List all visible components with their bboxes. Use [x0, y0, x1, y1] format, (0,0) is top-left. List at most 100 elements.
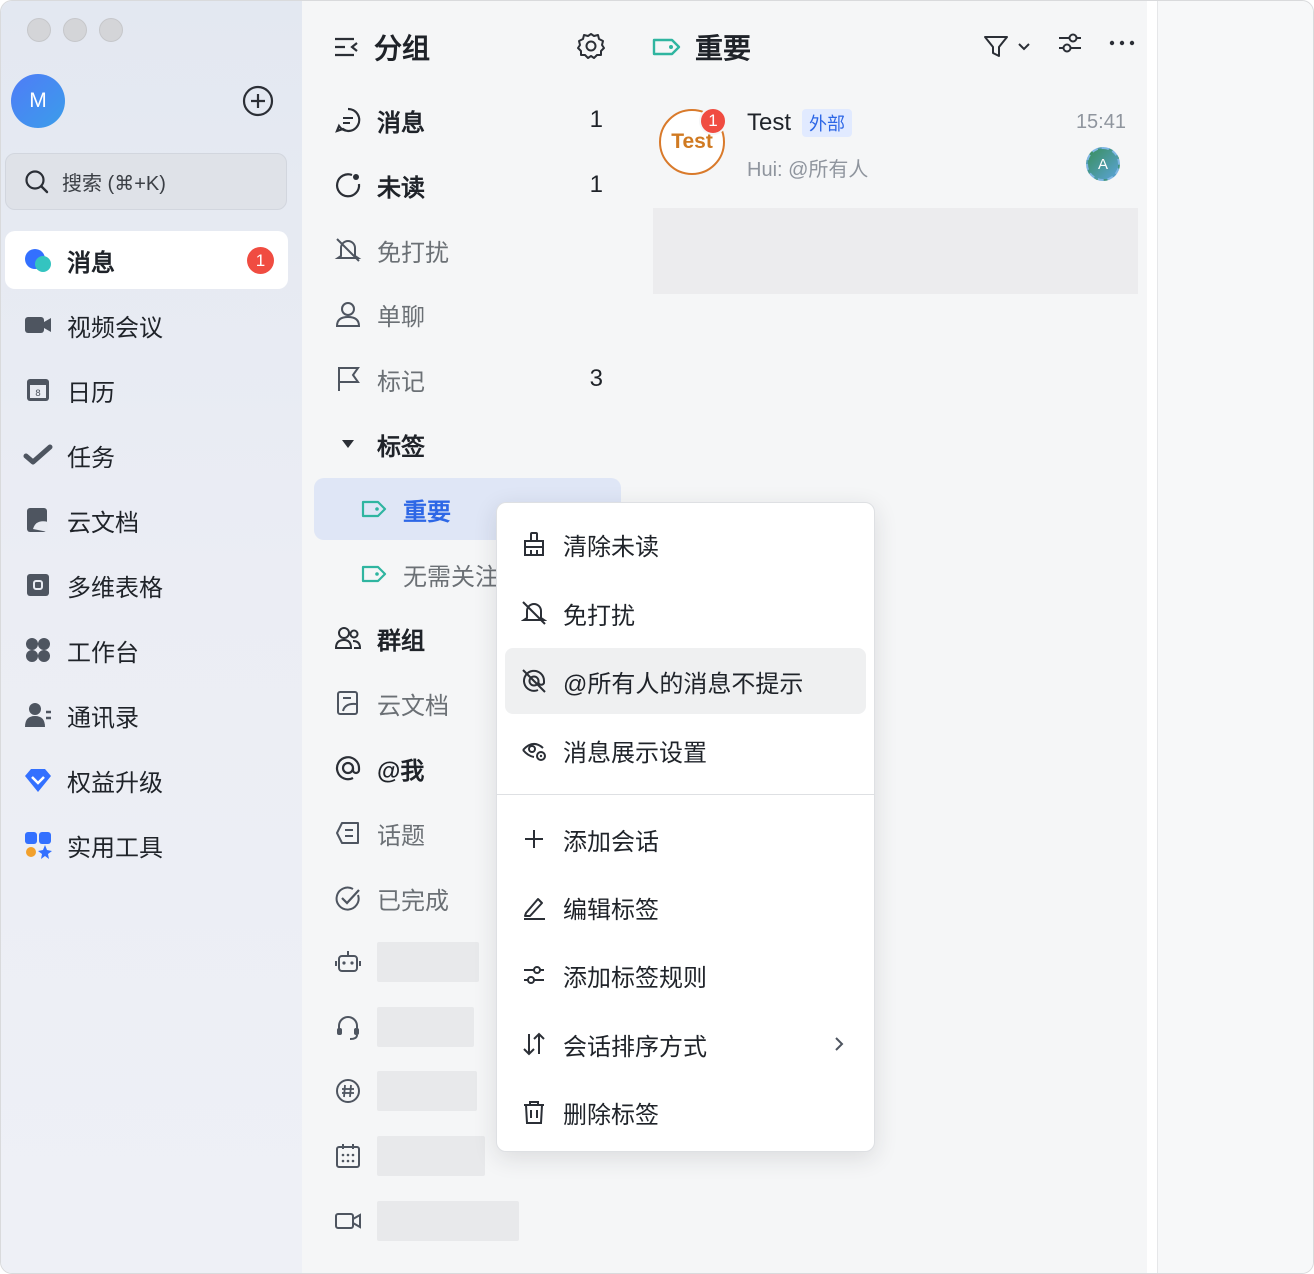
group-item-label: 单聊 [377, 303, 425, 331]
tag-icon [358, 558, 390, 590]
collapse-menu-icon[interactable] [332, 33, 360, 61]
label-context-menu: 清除未读 免打扰 @所有人的消息不提示 消息展示设置 添加会话 编辑标签 添加标… [496, 502, 875, 1152]
sidebar-item-calendar[interactable]: 8 日历 [5, 361, 288, 419]
headset-icon [332, 1011, 364, 1043]
group-item-label: 重要 [403, 498, 451, 526]
message-bubble-icon [21, 243, 55, 277]
search-input[interactable]: 搜索 (⌘+K) [5, 153, 287, 210]
settings-button[interactable] [576, 31, 606, 66]
flag-icon [332, 363, 364, 395]
hash-circle-icon [332, 1075, 364, 1107]
tag-icon [358, 493, 390, 525]
sidebar-item-tasks[interactable]: 任务 [5, 426, 288, 484]
more-button[interactable] [1108, 29, 1136, 62]
menu-item-mute[interactable]: 免打扰 [505, 580, 866, 646]
menu-item-display-settings[interactable]: 消息展示设置 [505, 717, 866, 783]
chat-row[interactable]: Test 1 Test 外部 15:41 Hui: @所有人 A [651, 97, 1126, 187]
chat-list-title: 重要 [695, 33, 752, 64]
user-avatar[interactable]: M [11, 74, 65, 128]
group-item-label: 免打扰 [377, 239, 449, 267]
zoom-window-button[interactable] [99, 18, 123, 42]
sidebar-item-workplace[interactable]: 工作台 [5, 621, 288, 679]
sidebar-item-contacts[interactable]: 通讯录 [5, 686, 288, 744]
at-off-icon [519, 666, 549, 696]
sliders-icon [519, 960, 549, 990]
group-item-labels[interactable]: 标签 [314, 413, 621, 475]
group-item-meetings[interactable] [314, 1190, 621, 1252]
sidebar-item-cloud-docs[interactable]: 云文档 [5, 491, 288, 549]
contacts-icon [21, 698, 55, 732]
chat-list-toolbar [982, 29, 1136, 62]
menu-item-clear-unread[interactable]: 清除未读 [505, 511, 866, 577]
pencil-icon [519, 892, 549, 922]
group-item-label: @我 [377, 757, 425, 785]
group-item-flagged[interactable]: 标记 3 [314, 348, 621, 410]
group-item-unread[interactable]: 未读 1 [314, 154, 621, 216]
menu-item-label: 会话排序方式 [563, 1033, 707, 1061]
group-panel-title: 分组 [374, 33, 431, 64]
add-button[interactable] [241, 84, 275, 118]
caret-down-icon [332, 428, 364, 460]
window-controls [27, 18, 123, 42]
minimize-window-button[interactable] [63, 18, 87, 42]
menu-item-label: 消息展示设置 [563, 739, 707, 767]
menu-item-label: 添加标签规则 [563, 964, 707, 992]
menu-item-label: 免打扰 [563, 602, 635, 630]
close-window-button[interactable] [27, 18, 51, 42]
plus-icon [519, 824, 549, 854]
video-camera-icon [21, 308, 55, 342]
group-item-label: 无需关注 [403, 563, 499, 591]
menu-item-delete-label[interactable]: 删除标签 [505, 1079, 866, 1145]
sidebar-item-messages[interactable]: 消息 1 [5, 231, 288, 289]
chat-name: Test [747, 109, 792, 136]
adjust-button[interactable] [1056, 29, 1084, 62]
conversation-pane [1157, 1, 1313, 1273]
chat-time: 15:41 [1075, 111, 1126, 133]
group-item-mute[interactable]: 免打扰 [314, 219, 621, 281]
group-item-label: 标签 [377, 433, 425, 461]
group-item-label: 消息 [377, 109, 425, 137]
sidebar-item-tools[interactable]: 实用工具 [5, 816, 288, 874]
sidebar-item-base[interactable]: 多维表格 [5, 556, 288, 614]
group-panel-header: 分组 [332, 27, 606, 67]
menu-item-sort-order[interactable]: 会话排序方式 [505, 1011, 866, 1077]
loading-placeholder [377, 1136, 485, 1176]
menu-item-edit-label[interactable]: 编辑标签 [505, 874, 866, 940]
calendar-grid-icon [332, 1140, 364, 1172]
search-placeholder: 搜索 (⌘+K) [62, 173, 166, 195]
group-item-label: 群组 [377, 627, 425, 655]
chevron-down-icon [1018, 42, 1030, 50]
unread-badge: 1 [699, 107, 727, 135]
menu-item-add-chat[interactable]: 添加会话 [505, 806, 866, 872]
sidebar-item-label: 消息 [67, 249, 115, 277]
video-outline-icon [332, 1205, 364, 1237]
tag-icon [652, 38, 681, 56]
group-item-count: 1 [589, 106, 603, 133]
group-item-label: 云文档 [377, 692, 449, 720]
loading-placeholder [377, 1007, 474, 1047]
group-item-label: 话题 [377, 822, 425, 850]
menu-item-add-label-rule[interactable]: 添加标签规则 [505, 942, 866, 1008]
chat-bubble-icon [332, 104, 364, 136]
filter-button[interactable] [982, 32, 1032, 60]
sidebar-item-upgrade[interactable]: 权益升级 [5, 751, 288, 809]
app-window: M 搜索 (⌘+K) 消息 1 视频会议 8 日历 任务 云文档 多维表格 工作… [0, 0, 1314, 1274]
menu-item-at-all-silent[interactable]: @所有人的消息不提示 [505, 648, 866, 714]
gear-icon [577, 33, 605, 59]
unread-badge: 1 [247, 247, 274, 274]
more-dots-icon [1109, 40, 1135, 46]
group-item-messages[interactable]: 消息 1 [314, 89, 621, 151]
robot-icon [332, 946, 364, 978]
loading-placeholder [377, 1071, 477, 1111]
sidebar-item-label: 实用工具 [67, 834, 163, 862]
user-icon [332, 298, 364, 330]
chat-preview: Hui: @所有人 [747, 159, 869, 181]
main-sidebar: M 搜索 (⌘+K) 消息 1 视频会议 8 日历 任务 云文档 多维表格 工作… [1, 1, 302, 1273]
sort-icon [519, 1029, 549, 1059]
bell-off-icon [332, 234, 364, 266]
sidebar-item-label: 工作台 [67, 639, 139, 667]
group-item-single-chat[interactable]: 单聊 [314, 283, 621, 345]
sidebar-item-video-meeting[interactable]: 视频会议 [5, 296, 288, 354]
loading-placeholder [377, 1201, 519, 1241]
chevron-right-icon [835, 1037, 844, 1051]
